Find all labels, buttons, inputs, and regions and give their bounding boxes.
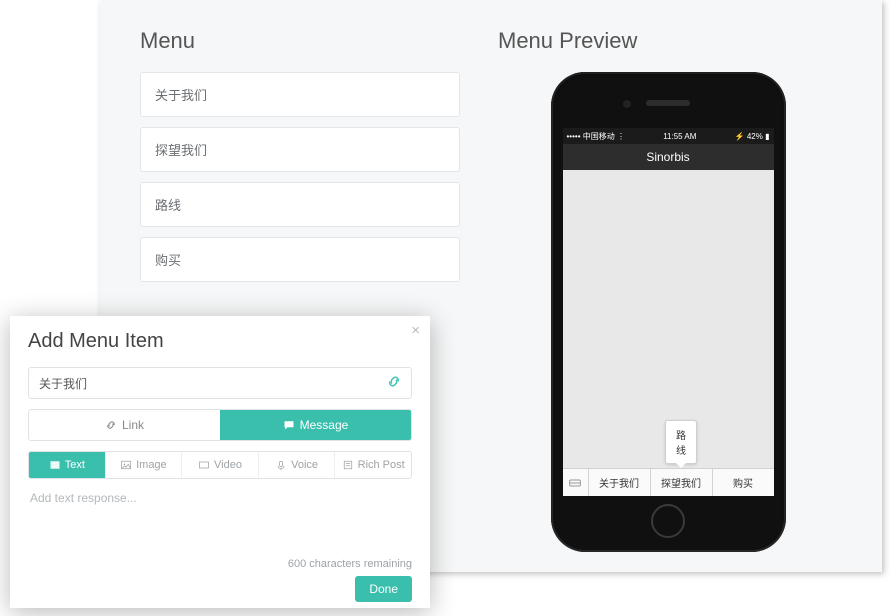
menu-item[interactable]: 路线 <box>140 182 460 227</box>
preview-menu-button[interactable]: 探望我们 路线 <box>651 469 713 496</box>
menu-heading: Menu <box>140 28 460 54</box>
done-button[interactable]: Done <box>355 576 412 602</box>
phone-camera <box>623 100 631 108</box>
menu-column: Menu 关于我们 探望我们 路线 购买 <box>140 28 460 292</box>
phone-home-button <box>651 504 685 538</box>
modal-title: Add Menu Item <box>28 330 412 353</box>
close-icon[interactable]: × <box>411 322 420 339</box>
resp-voice-label: Voice <box>291 459 318 471</box>
resp-video[interactable]: Video <box>182 452 259 478</box>
status-bar: ••••• 中国移动 ⋮ 11:55 AM ⚡ 42% ▮ <box>563 128 774 144</box>
menu-item[interactable]: 探望我们 <box>140 127 460 172</box>
response-textarea[interactable] <box>28 483 412 551</box>
action-type-tabs: Link Message <box>28 409 412 441</box>
wechat-menubar: 关于我们 探望我们 路线 购买 <box>563 468 774 496</box>
link-icon[interactable] <box>386 374 402 393</box>
resp-rich-label: Rich Post <box>358 459 405 471</box>
carrier-text: 中国移动 <box>583 132 615 141</box>
tab-link[interactable]: Link <box>29 410 220 440</box>
resp-voice[interactable]: Voice <box>259 452 336 478</box>
tab-message[interactable]: Message <box>220 410 411 440</box>
name-input-wrap <box>28 367 412 399</box>
preview-menu-label: 探望我们 <box>661 475 701 490</box>
resp-text[interactable]: Text <box>29 452 106 478</box>
menu-name-input[interactable] <box>28 367 412 399</box>
preview-menu-button[interactable]: 购买 <box>713 469 774 496</box>
add-menu-item-modal: × Add Menu Item Link Message Text Image … <box>10 316 430 608</box>
menu-list: 关于我们 探望我们 路线 购买 <box>140 72 460 282</box>
menu-item[interactable]: 购买 <box>140 237 460 282</box>
tab-message-label: Message <box>300 418 349 432</box>
preview-column: Menu Preview ••••• 中国移动 ⋮ 11:55 AM ⚡ 42%… <box>498 28 838 552</box>
preview-submenu-popup[interactable]: 路线 <box>665 420 697 464</box>
battery-text: 42% <box>747 132 763 141</box>
keyboard-icon[interactable] <box>563 469 589 496</box>
resp-video-label: Video <box>214 459 242 471</box>
tab-link-label: Link <box>122 418 144 432</box>
phone-mockup: ••••• 中国移动 ⋮ 11:55 AM ⚡ 42% ▮ Sinorbis 关… <box>551 72 786 552</box>
preview-heading: Menu Preview <box>498 28 838 54</box>
preview-menu-button[interactable]: 关于我们 <box>589 469 651 496</box>
phone-screen: ••••• 中国移动 ⋮ 11:55 AM ⚡ 42% ▮ Sinorbis 关… <box>563 128 774 496</box>
carrier-label: ••••• 中国移动 ⋮ <box>567 131 625 142</box>
menu-item[interactable]: 关于我们 <box>140 72 460 117</box>
battery-label: ⚡ 42% ▮ <box>735 132 770 141</box>
resp-image[interactable]: Image <box>106 452 183 478</box>
phone-speaker <box>646 100 690 106</box>
resp-text-label: Text <box>65 459 85 471</box>
response-type-tabs: Text Image Video Voice Rich Post <box>28 451 412 479</box>
resp-richpost[interactable]: Rich Post <box>335 452 411 478</box>
resp-image-label: Image <box>136 459 167 471</box>
char-counter: 600 characters remaining <box>28 558 412 570</box>
app-title: Sinorbis <box>646 150 689 164</box>
app-navbar: Sinorbis <box>563 144 774 170</box>
status-time: 11:55 AM <box>625 132 735 141</box>
